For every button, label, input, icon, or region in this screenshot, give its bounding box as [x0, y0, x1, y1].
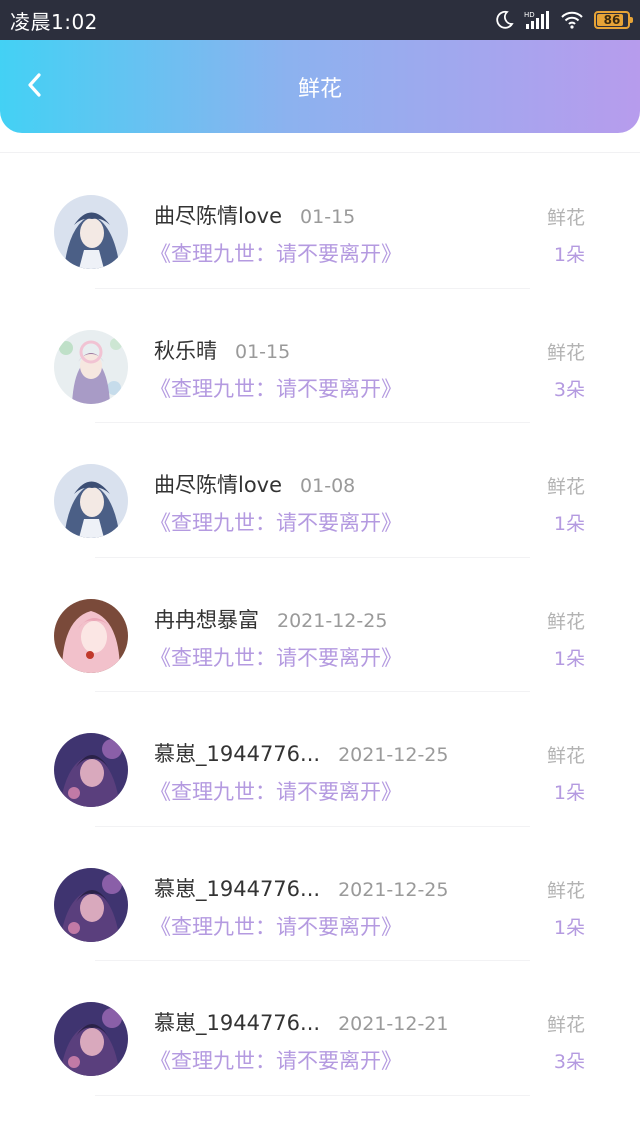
list-item[interactable]: 冉冉想暴富 2021-12-25 《查理九世：请不要离开》 鲜花 1朵	[0, 558, 640, 692]
avatar[interactable]	[54, 733, 128, 807]
gift-count: 3朵	[553, 378, 585, 401]
divider	[95, 1094, 530, 1096]
gift-date: 2021-12-25	[338, 878, 449, 901]
book-title[interactable]: 《查理九世：请不要离开》	[150, 238, 402, 268]
gift-date: 01-08	[300, 475, 356, 497]
user-line: 慕崽_1944776... 2021-12-21	[154, 1007, 448, 1037]
user-name[interactable]: 慕崽_1944776...	[154, 738, 320, 768]
gift-date: 2021-12-25	[277, 609, 388, 632]
list-item[interactable]: 曲尽陈情love 01-08 《查理九世：请不要离开》 鲜花 1朵	[0, 423, 640, 558]
gift-label: 鲜花	[546, 1014, 585, 1036]
gift-count: 1朵	[553, 916, 585, 939]
page-title: 鲜花	[297, 76, 342, 102]
gift-label: 鲜花	[546, 610, 585, 633]
avatar[interactable]	[54, 464, 128, 538]
list-item[interactable]: 秋乐晴 01-15 《查理九世：请不要离开》 鲜花 3朵	[0, 289, 640, 423]
user-line: 慕崽_1944776... 2021-12-25	[154, 873, 448, 903]
divider	[0, 152, 640, 153]
gift-date: 01-15	[300, 206, 356, 228]
book-title[interactable]: 《查理九世：请不要离开》	[150, 911, 402, 941]
user-name[interactable]: 冉冉想暴富	[154, 604, 259, 634]
wifi-icon	[560, 11, 584, 29]
battery-level: 86	[603, 13, 621, 27]
status-bar: 凌晨1:02 HD 86	[0, 0, 640, 40]
gift-date: 01-15	[235, 340, 291, 363]
user-name[interactable]: 慕崽_1944776...	[154, 1007, 320, 1037]
book-title[interactable]: 《查理九世：请不要离开》	[150, 1045, 402, 1075]
avatar[interactable]	[54, 867, 128, 942]
user-name[interactable]: 曲尽陈情love	[154, 200, 282, 230]
user-name[interactable]: 慕崽_1944776...	[154, 873, 320, 903]
user-name[interactable]: 秋乐晴	[154, 335, 217, 365]
book-title[interactable]: 《查理九世：请不要离开》	[150, 776, 402, 806]
status-time: 凌晨1:02	[10, 9, 98, 34]
chevron-left-icon	[25, 72, 43, 102]
gift-count: 1朵	[553, 782, 585, 804]
list-item[interactable]: 慕崽_1944776... 2021-12-25 《查理九世：请不要离开》 鲜花…	[0, 827, 640, 961]
user-line: 冉冉想暴富 2021-12-25	[154, 604, 387, 634]
svg-text:HD: HD	[524, 11, 535, 19]
gift-label: 鲜花	[546, 341, 585, 364]
avatar[interactable]	[54, 329, 128, 404]
user-line: 曲尽陈情love 01-08	[154, 469, 355, 499]
gift-date: 2021-12-25	[338, 744, 449, 766]
book-title[interactable]: 《查理九世：请不要离开》	[150, 507, 402, 537]
gift-count: 1朵	[553, 513, 585, 535]
list-item[interactable]: 慕崽_1944776... 2021-12-21 《查理九世：请不要离开》 鲜花…	[0, 961, 640, 1096]
book-title[interactable]: 《查理九世：请不要离开》	[150, 642, 402, 672]
user-line: 曲尽陈情love 01-15	[154, 200, 355, 230]
avatar[interactable]	[54, 598, 128, 673]
gift-label: 鲜花	[546, 207, 585, 229]
list-item[interactable]: 曲尽陈情love 01-15 《查理九世：请不要离开》 鲜花 1朵	[0, 154, 640, 289]
header: 鲜花	[0, 40, 640, 133]
status-icons: HD 86	[494, 10, 633, 30]
hd-signal-icon: HD	[524, 10, 550, 30]
avatar[interactable]	[54, 1002, 128, 1076]
back-button[interactable]	[18, 71, 50, 103]
gift-label: 鲜花	[546, 879, 585, 902]
gift-count: 3朵	[553, 1051, 585, 1073]
avatar[interactable]	[54, 195, 128, 269]
list-item[interactable]: 慕崽_1944776... 2021-12-25 《查理九世：请不要离开》 鲜花…	[0, 692, 640, 827]
user-line: 秋乐晴 01-15	[154, 335, 290, 365]
book-title[interactable]: 《查理九世：请不要离开》	[150, 373, 402, 403]
gift-count: 1朵	[553, 244, 585, 266]
gift-count: 1朵	[553, 647, 585, 670]
gift-date: 2021-12-21	[338, 1013, 449, 1035]
user-name[interactable]: 曲尽陈情love	[154, 469, 282, 499]
flower-records-list: 曲尽陈情love 01-15 《查理九世：请不要离开》 鲜花 1朵 秋乐晴 01…	[0, 154, 640, 1096]
gift-label: 鲜花	[546, 745, 585, 767]
moon-icon	[494, 10, 514, 30]
gift-label: 鲜花	[546, 476, 585, 498]
battery-icon: 86	[594, 11, 633, 29]
user-line: 慕崽_1944776... 2021-12-25	[154, 738, 448, 768]
